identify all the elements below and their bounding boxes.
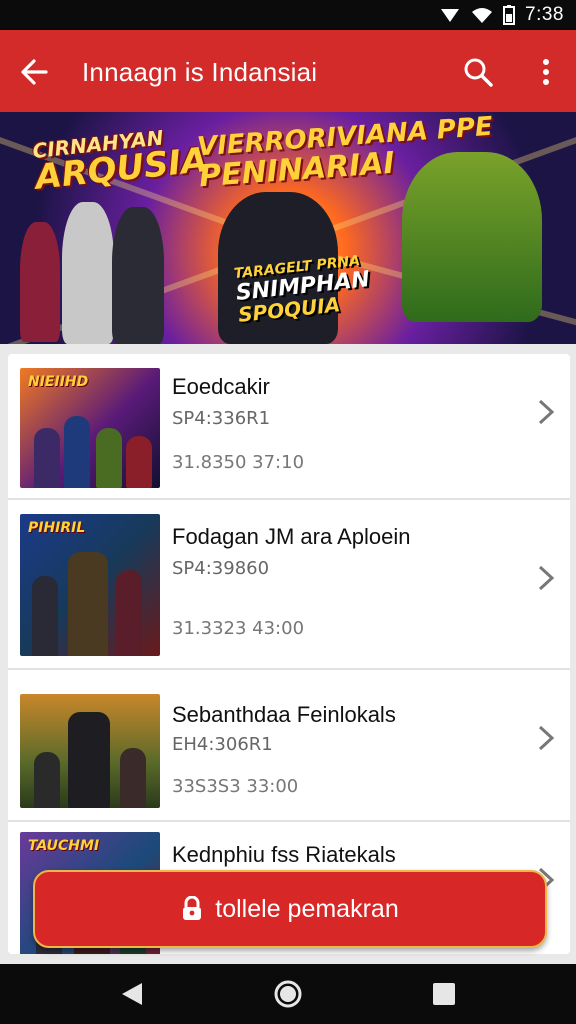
nav-back-icon xyxy=(122,983,142,1005)
status-bar: 7:38 xyxy=(0,0,576,30)
promo-banner[interactable]: CIRNAHYAN ARQUSIA VIERRORIVIANA PPE PENI… xyxy=(0,112,576,344)
item-title: Fodagan JM ara Aploein xyxy=(172,524,411,549)
thumbnail-character xyxy=(34,752,60,808)
nav-home-button[interactable] xyxy=(272,978,304,1010)
thumbnail-character xyxy=(116,570,142,656)
item-meta: 31.3323 43:00 xyxy=(172,618,305,639)
primary-action-label: tollele pemakran xyxy=(215,894,399,923)
status-time: 7:38 xyxy=(525,4,564,25)
item-meta: 31.8350 37:10 xyxy=(172,452,305,473)
thumbnail-character xyxy=(68,712,110,808)
app-bar: Innaagn is Indansiai xyxy=(0,30,576,112)
primary-action-button[interactable]: tollele pemakran xyxy=(33,870,547,948)
banner-headline-left: CIRNAHYAN ARQUSIA xyxy=(31,123,209,197)
battery-icon xyxy=(503,5,516,25)
thumbnail-character xyxy=(126,436,152,488)
more-options-button[interactable] xyxy=(526,52,566,92)
nav-back-button[interactable] xyxy=(116,978,148,1010)
thumbnail-character xyxy=(96,428,122,488)
divider xyxy=(8,668,570,670)
thumbnail-character xyxy=(34,428,60,488)
banner-character xyxy=(402,152,542,322)
item-code: SP4:39860 xyxy=(172,558,270,579)
arrow-back-icon xyxy=(21,59,48,85)
system-nav-bar xyxy=(0,964,576,1024)
nav-recents-icon xyxy=(433,983,455,1005)
more-vert-icon xyxy=(543,59,549,85)
item-title: Eoedcakir xyxy=(172,374,270,399)
game-thumbnail xyxy=(20,694,160,808)
item-title: Sebanthdaa Feinlokals xyxy=(172,702,396,727)
search-button[interactable] xyxy=(458,52,498,92)
thumbnail-character xyxy=(64,416,90,488)
nav-home-icon xyxy=(274,980,302,1008)
item-meta: 33S3S3 33:00 xyxy=(172,776,299,797)
banner-character xyxy=(112,207,164,344)
list-item[interactable]: Sebanthdaa Feinlokals EH4:306R1 33S3S3 3… xyxy=(8,682,570,822)
game-thumbnail: NIEIIHD xyxy=(20,368,160,488)
thumbnail-label: TAUCHMI xyxy=(28,838,100,854)
thumbnail-label: PIHIRIL xyxy=(28,520,86,536)
thumbnail-character xyxy=(68,552,108,656)
game-thumbnail: PIHIRIL xyxy=(20,514,160,656)
list-item[interactable]: NIEIIHD Eoedcakir SP4:336R1 31.8350 37:1… xyxy=(8,354,570,500)
chevron-right-icon xyxy=(538,565,555,591)
chevron-right-icon xyxy=(538,725,555,751)
thumbnail-label: NIEIIHD xyxy=(28,374,89,390)
item-title: Kednphiu fss Riatekals xyxy=(172,842,396,867)
signal-icon xyxy=(441,9,460,22)
item-code: SP4:336R1 xyxy=(172,408,271,429)
item-code: EH4:306R1 xyxy=(172,734,273,755)
divider xyxy=(8,820,570,822)
banner-character xyxy=(62,202,114,344)
page-title: Innaagn is Indansiai xyxy=(82,57,318,87)
list-item[interactable]: PIHIRIL Fodagan JM ara Aploein SP4:39860… xyxy=(8,502,570,670)
thumbnail-character xyxy=(120,748,146,808)
chevron-right-icon xyxy=(538,399,555,425)
divider xyxy=(8,498,570,500)
banner-character xyxy=(20,222,60,342)
game-list: NIEIIHD Eoedcakir SP4:336R1 31.8350 37:1… xyxy=(8,354,570,954)
thumbnail-character xyxy=(32,576,58,656)
lock-icon xyxy=(183,896,202,920)
wifi-icon xyxy=(472,8,493,23)
back-button[interactable] xyxy=(14,52,54,92)
nav-recents-button[interactable] xyxy=(428,978,460,1010)
search-icon xyxy=(464,58,493,87)
banner-badge: TARAGELT PRNA SNIMPHAN SPOQUIA xyxy=(233,253,373,327)
